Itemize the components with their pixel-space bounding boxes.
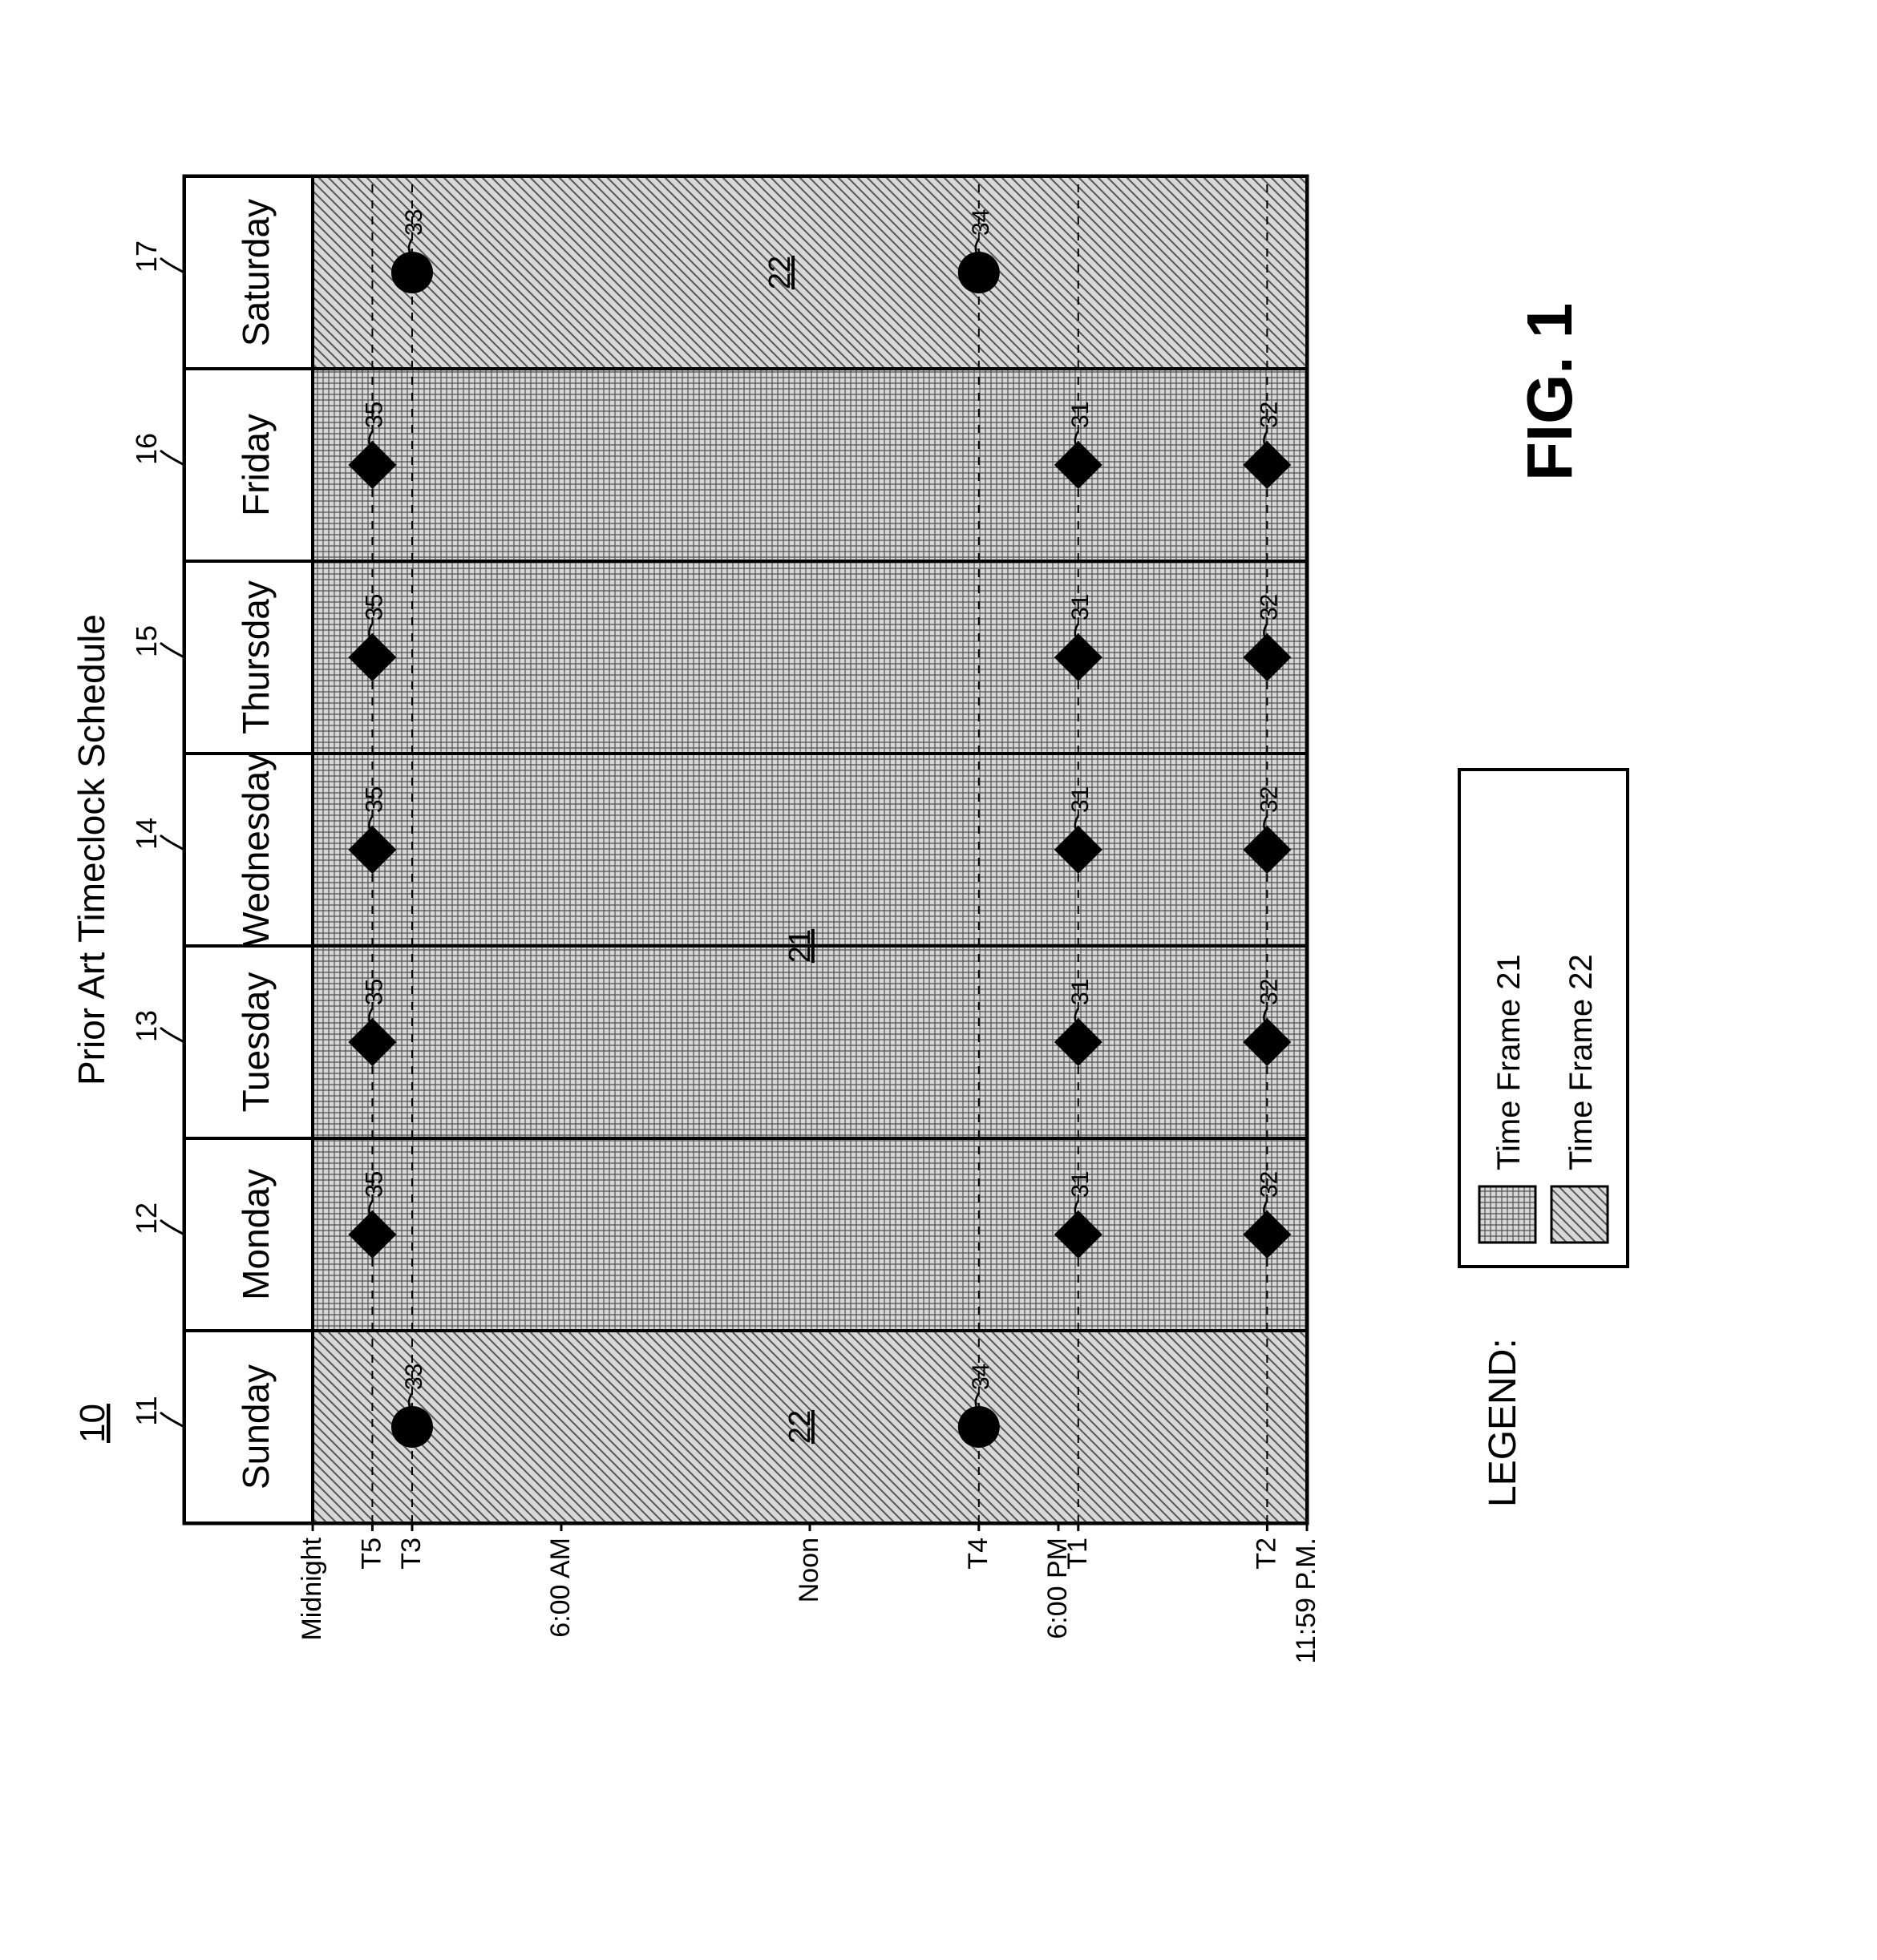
day-header: Thursday xyxy=(235,580,277,734)
day-header: Saturday xyxy=(235,199,277,346)
col-ref: 11 xyxy=(130,1396,163,1425)
y-tick: T5 xyxy=(356,1538,386,1570)
day-header: Sunday xyxy=(235,1364,277,1489)
day-header: Tuesday xyxy=(235,972,277,1113)
marker-ref: 35 xyxy=(361,1171,387,1198)
zone-22-label: 22 xyxy=(763,256,797,289)
col-ref: 15 xyxy=(130,625,163,657)
legend-text-21: Time Frame 21 xyxy=(1491,954,1527,1170)
y-tick: T2 xyxy=(1251,1538,1281,1570)
chart-title: Prior Art Timeclock Schedule xyxy=(71,614,112,1085)
day-header: Monday xyxy=(235,1169,277,1300)
legend-label: LEGEND: xyxy=(1482,1338,1524,1507)
y-tick: 11:59 P.M. xyxy=(1291,1538,1321,1664)
marker-ref: 31 xyxy=(1067,594,1094,620)
timeclock-chart: Prior Art Timeclock Schedule 10 Sunday 11… xyxy=(0,0,1877,1960)
day-body xyxy=(313,946,1307,1138)
zone-22-label: 22 xyxy=(783,1410,817,1444)
legend-text-22: Time Frame 22 xyxy=(1563,954,1599,1170)
col-ref: 12 xyxy=(130,1202,163,1235)
marker-ref: 35 xyxy=(361,402,387,428)
day-header: Friday xyxy=(235,414,277,516)
marker-ref: 32 xyxy=(1256,786,1282,813)
legend-swatch-21 xyxy=(1479,1186,1535,1243)
marker-ref: 31 xyxy=(1067,402,1094,428)
col-ref: 17 xyxy=(130,240,163,273)
day-body xyxy=(313,561,1307,754)
col-ref: 14 xyxy=(130,818,163,850)
marker-ref: 31 xyxy=(1067,786,1094,813)
marker-ref: 35 xyxy=(361,979,387,1005)
marker-ref: 32 xyxy=(1256,1171,1282,1198)
marker-ref: 35 xyxy=(361,786,387,813)
figure-label: FIG. 1 xyxy=(1514,303,1585,481)
day-body xyxy=(313,176,1307,369)
day-header: Wednesday xyxy=(235,753,277,947)
marker-ref: 31 xyxy=(1067,1171,1094,1198)
marker-ref: 35 xyxy=(361,594,387,620)
day-body xyxy=(313,1138,1307,1331)
y-tick: T1 xyxy=(1062,1538,1093,1570)
y-tick: T3 xyxy=(396,1538,427,1570)
day-body xyxy=(313,369,1307,561)
day-body xyxy=(313,754,1307,946)
marker-ref: 31 xyxy=(1067,979,1094,1005)
ref-10: 10 xyxy=(73,1404,112,1443)
legend-swatch-22 xyxy=(1551,1186,1608,1243)
y-tick: T4 xyxy=(963,1538,993,1570)
y-tick: 6:00 AM xyxy=(545,1538,576,1638)
col-ref: 16 xyxy=(130,433,163,465)
col-ref: 13 xyxy=(130,1010,163,1042)
marker-ref: 33 xyxy=(401,209,427,236)
marker-ref: 34 xyxy=(968,1364,994,1390)
marker-ref: 32 xyxy=(1256,402,1282,428)
y-tick: Noon xyxy=(794,1538,824,1602)
y-tick: Midnight xyxy=(297,1537,327,1640)
marker-ref: 32 xyxy=(1256,594,1282,620)
marker-ref: 32 xyxy=(1256,979,1282,1005)
marker-ref: 33 xyxy=(401,1364,427,1390)
zone-21-label: 21 xyxy=(783,929,817,963)
marker-ref: 34 xyxy=(968,209,994,236)
